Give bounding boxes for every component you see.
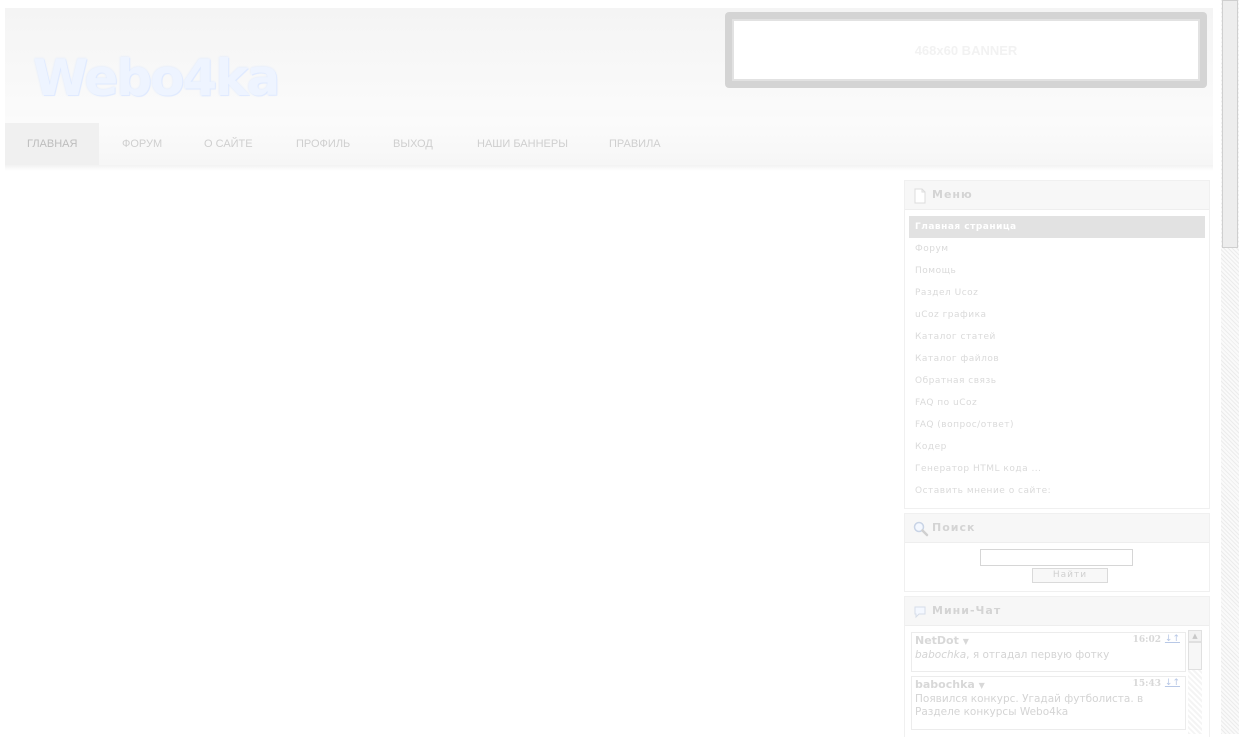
- chat-nav-arrows-icon[interactable]: ↓↑: [1165, 634, 1180, 644]
- menu-item-coder[interactable]: Кодер: [909, 436, 1205, 458]
- site-logo[interactable]: Webo4ka: [33, 50, 280, 106]
- chat-message: babochka ▼ 15:43 ↓↑ Появился конкурс. Уг…: [911, 676, 1186, 730]
- window-scroll-thumb[interactable]: [1222, 0, 1238, 248]
- magnifier-icon: [913, 520, 929, 537]
- search-block-title: Поиск: [905, 514, 1209, 543]
- search-button[interactable]: Найти: [1032, 568, 1108, 583]
- chat-text: babochka, я отгадал первую фотку: [915, 649, 1110, 661]
- search-title-text: Поиск: [932, 521, 976, 534]
- menu-item-files[interactable]: Каталог файлов: [909, 348, 1205, 370]
- site-header: Webo4ka 468x60 BANNER: [5, 8, 1213, 123]
- menu-item-ucoz-section[interactable]: Раздел Ucoz: [909, 282, 1205, 304]
- menu-item-home[interactable]: Главная страница: [909, 216, 1205, 238]
- main-nav: ГЛАВНАЯ ФОРУМ О САЙТЕ ПРОФИЛЬ ВЫХОД НАШИ…: [5, 123, 1213, 166]
- menu-item-leave-opinion[interactable]: Оставить мнение о сайте:: [909, 480, 1205, 502]
- search-input[interactable]: [980, 549, 1133, 566]
- nav-item-banners[interactable]: НАШИ БАННЕРЫ: [477, 123, 568, 165]
- banner-468x60[interactable]: 468x60 BANNER: [732, 19, 1200, 81]
- chat-block-title: Мини-Чат: [905, 597, 1209, 626]
- menu-item-html-generator[interactable]: Генератор HTML кода ...: [909, 458, 1205, 480]
- banner-frame: 468x60 BANNER: [725, 12, 1207, 88]
- chat-message: NetDot ▼ 16:02 ↓↑ babochka, я отгадал пе…: [911, 632, 1186, 672]
- menu-title-text: Меню: [932, 188, 973, 201]
- chat-nav-arrows-icon[interactable]: ↓↑: [1165, 678, 1180, 688]
- chat-scrollbar[interactable]: ▲: [1188, 630, 1202, 734]
- nav-item-logout[interactable]: ВЫХОД: [393, 123, 433, 165]
- menu-block-title: Меню: [905, 181, 1209, 210]
- nav-item-about[interactable]: О САЙТЕ: [204, 123, 253, 165]
- menu-list: Главная страница Форум Помощь Раздел Uco…: [905, 210, 1209, 506]
- search-block: Поиск Найти: [904, 513, 1210, 592]
- chat-time: 16:02: [1132, 635, 1161, 645]
- chat-mention[interactable]: babochka: [915, 649, 966, 661]
- scroll-up-icon[interactable]: ▲: [1188, 630, 1202, 642]
- chevron-down-icon[interactable]: ▼: [963, 637, 969, 646]
- window-scrollbar[interactable]: [1221, 0, 1239, 734]
- nav-divider: [5, 165, 1213, 171]
- chat-title-text: Мини-Чат: [932, 604, 1002, 617]
- search-form: Найти: [905, 543, 1209, 591]
- menu-item-forum[interactable]: Форум: [909, 238, 1205, 260]
- nav-item-home[interactable]: ГЛАВНАЯ: [5, 123, 100, 165]
- page: Webo4ka 468x60 BANNER ГЛАВНАЯ ФОРУМ О СА…: [5, 8, 1213, 737]
- chat-username[interactable]: NetDot ▼: [915, 634, 969, 647]
- menu-item-articles[interactable]: Каталог статей: [909, 326, 1205, 348]
- chat-time: 15:43: [1132, 679, 1161, 689]
- nav-item-profile[interactable]: ПРОФИЛЬ: [296, 123, 350, 165]
- chevron-down-icon[interactable]: ▼: [979, 681, 985, 690]
- chat-messages: NetDot ▼ 16:02 ↓↑ babochka, я отгадал пе…: [905, 626, 1209, 734]
- chat-bubble-icon: [913, 603, 929, 619]
- chat-text: Появился конкурс. Угадай футболиста. в Р…: [915, 693, 1144, 718]
- menu-item-feedback[interactable]: Обратная связь: [909, 370, 1205, 392]
- page-icon: [913, 187, 929, 204]
- menu-block: Меню Главная страница Форум Помощь Разде…: [904, 180, 1210, 509]
- chat-username[interactable]: babochka ▼: [915, 678, 985, 691]
- nav-item-rules[interactable]: ПРАВИЛА: [609, 123, 661, 165]
- chat-scroll-thumb[interactable]: [1188, 642, 1202, 670]
- menu-item-faq-ucoz[interactable]: FAQ по uCoz: [909, 392, 1205, 414]
- menu-item-faq-qa[interactable]: FAQ (вопрос/ответ): [909, 414, 1205, 436]
- nav-item-forum[interactable]: ФОРУМ: [122, 123, 162, 165]
- menu-item-ucoz-graphics[interactable]: uCoz графика: [909, 304, 1205, 326]
- mini-chat-block: Мини-Чат NetDot ▼ 16:02 ↓↑ babochka, я о…: [904, 596, 1210, 737]
- menu-item-help[interactable]: Помощь: [909, 260, 1205, 282]
